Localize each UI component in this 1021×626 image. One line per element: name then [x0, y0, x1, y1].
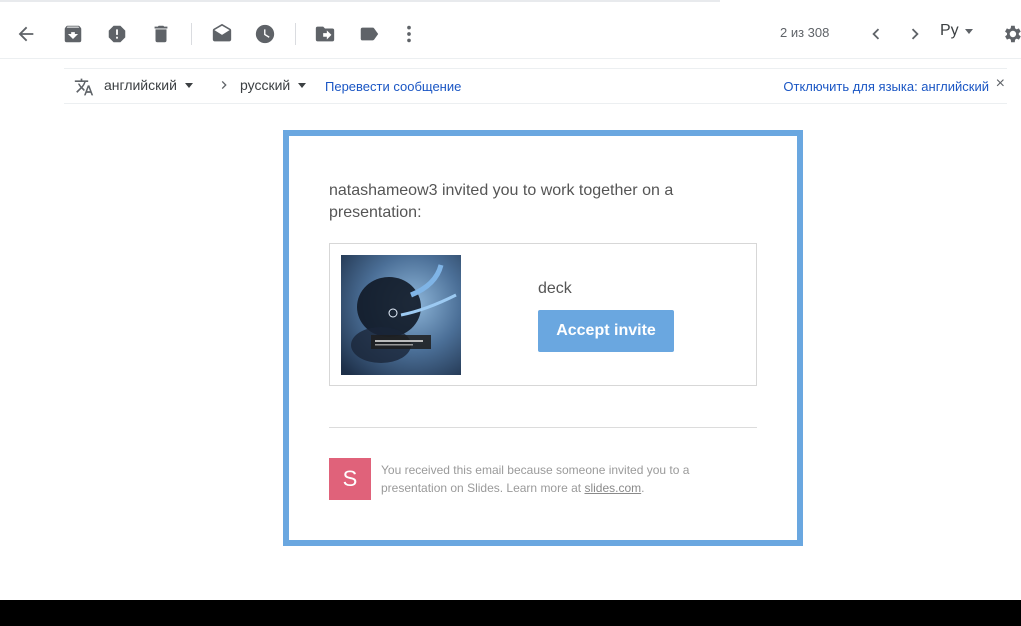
translation-bar: английский русский Перевести сообщение О… — [64, 68, 1007, 104]
source-language-select[interactable]: английский — [104, 77, 193, 93]
translate-message-link[interactable]: Перевести сообщение — [325, 79, 461, 94]
settings-button[interactable] — [992, 14, 1021, 54]
deck-preview-box: deck Accept invite — [329, 243, 757, 386]
dropdown-caret-icon — [184, 82, 193, 88]
label-icon — [360, 27, 379, 41]
more-icon — [407, 25, 411, 43]
dropdown-caret-icon — [298, 82, 307, 88]
deck-name: deck — [538, 280, 572, 297]
dropdown-caret-icon — [964, 28, 973, 34]
email-invite-card: natashameow3 invited you to work togethe… — [283, 130, 803, 546]
newer-button[interactable] — [856, 14, 896, 54]
move-to-icon — [315, 26, 335, 42]
arrow-right-icon — [216, 77, 232, 93]
deck-thumbnail-image[interactable] — [341, 255, 461, 375]
footer-period: . — [641, 481, 645, 495]
older-button[interactable] — [895, 14, 935, 54]
label-button[interactable] — [349, 14, 389, 54]
section-divider — [329, 427, 757, 428]
archive-button[interactable] — [53, 14, 93, 54]
move-to-button[interactable] — [305, 14, 345, 54]
mark-unread-button[interactable] — [202, 14, 242, 54]
bottom-black-bar — [0, 600, 1021, 626]
back-button[interactable] — [6, 14, 46, 54]
target-language-label: русский — [240, 77, 291, 93]
disable-translation-link[interactable]: Отключить для языка: английский — [783, 79, 989, 94]
snooze-button[interactable] — [245, 14, 285, 54]
delete-icon — [154, 25, 168, 43]
slides-logo: S — [329, 458, 371, 500]
delete-button[interactable] — [141, 14, 181, 54]
translate-icon — [74, 77, 94, 97]
snooze-icon — [255, 24, 275, 44]
input-language-label: Ру — [940, 22, 959, 39]
close-translation-bar-button[interactable]: × — [996, 75, 1005, 93]
accept-invite-button[interactable]: Accept invite — [538, 310, 674, 352]
input-language-select[interactable]: Ру — [940, 22, 973, 40]
mail-toolbar: 2 из 308 Ру — [0, 0, 1021, 59]
source-language-label: английский — [104, 77, 177, 93]
chevron-left-icon — [872, 28, 880, 40]
toolbar-separator — [191, 23, 192, 45]
invite-message: natashameow3 invited you to work togethe… — [329, 182, 674, 221]
more-button[interactable] — [389, 14, 429, 54]
archive-icon — [64, 25, 82, 43]
report-spam-icon — [108, 25, 126, 43]
settings-icon — [1005, 25, 1021, 43]
footer-notice: You received this email because someone … — [381, 461, 721, 497]
mark-unread-icon — [212, 23, 232, 42]
toolbar-separator — [295, 23, 296, 45]
back-icon — [18, 26, 34, 42]
page-counter: 2 из 308 — [780, 25, 830, 40]
slides-com-link[interactable]: slides.com — [584, 481, 641, 495]
chevron-right-icon — [911, 28, 919, 40]
target-language-select[interactable]: русский — [240, 77, 307, 93]
report-spam-button[interactable] — [97, 14, 137, 54]
